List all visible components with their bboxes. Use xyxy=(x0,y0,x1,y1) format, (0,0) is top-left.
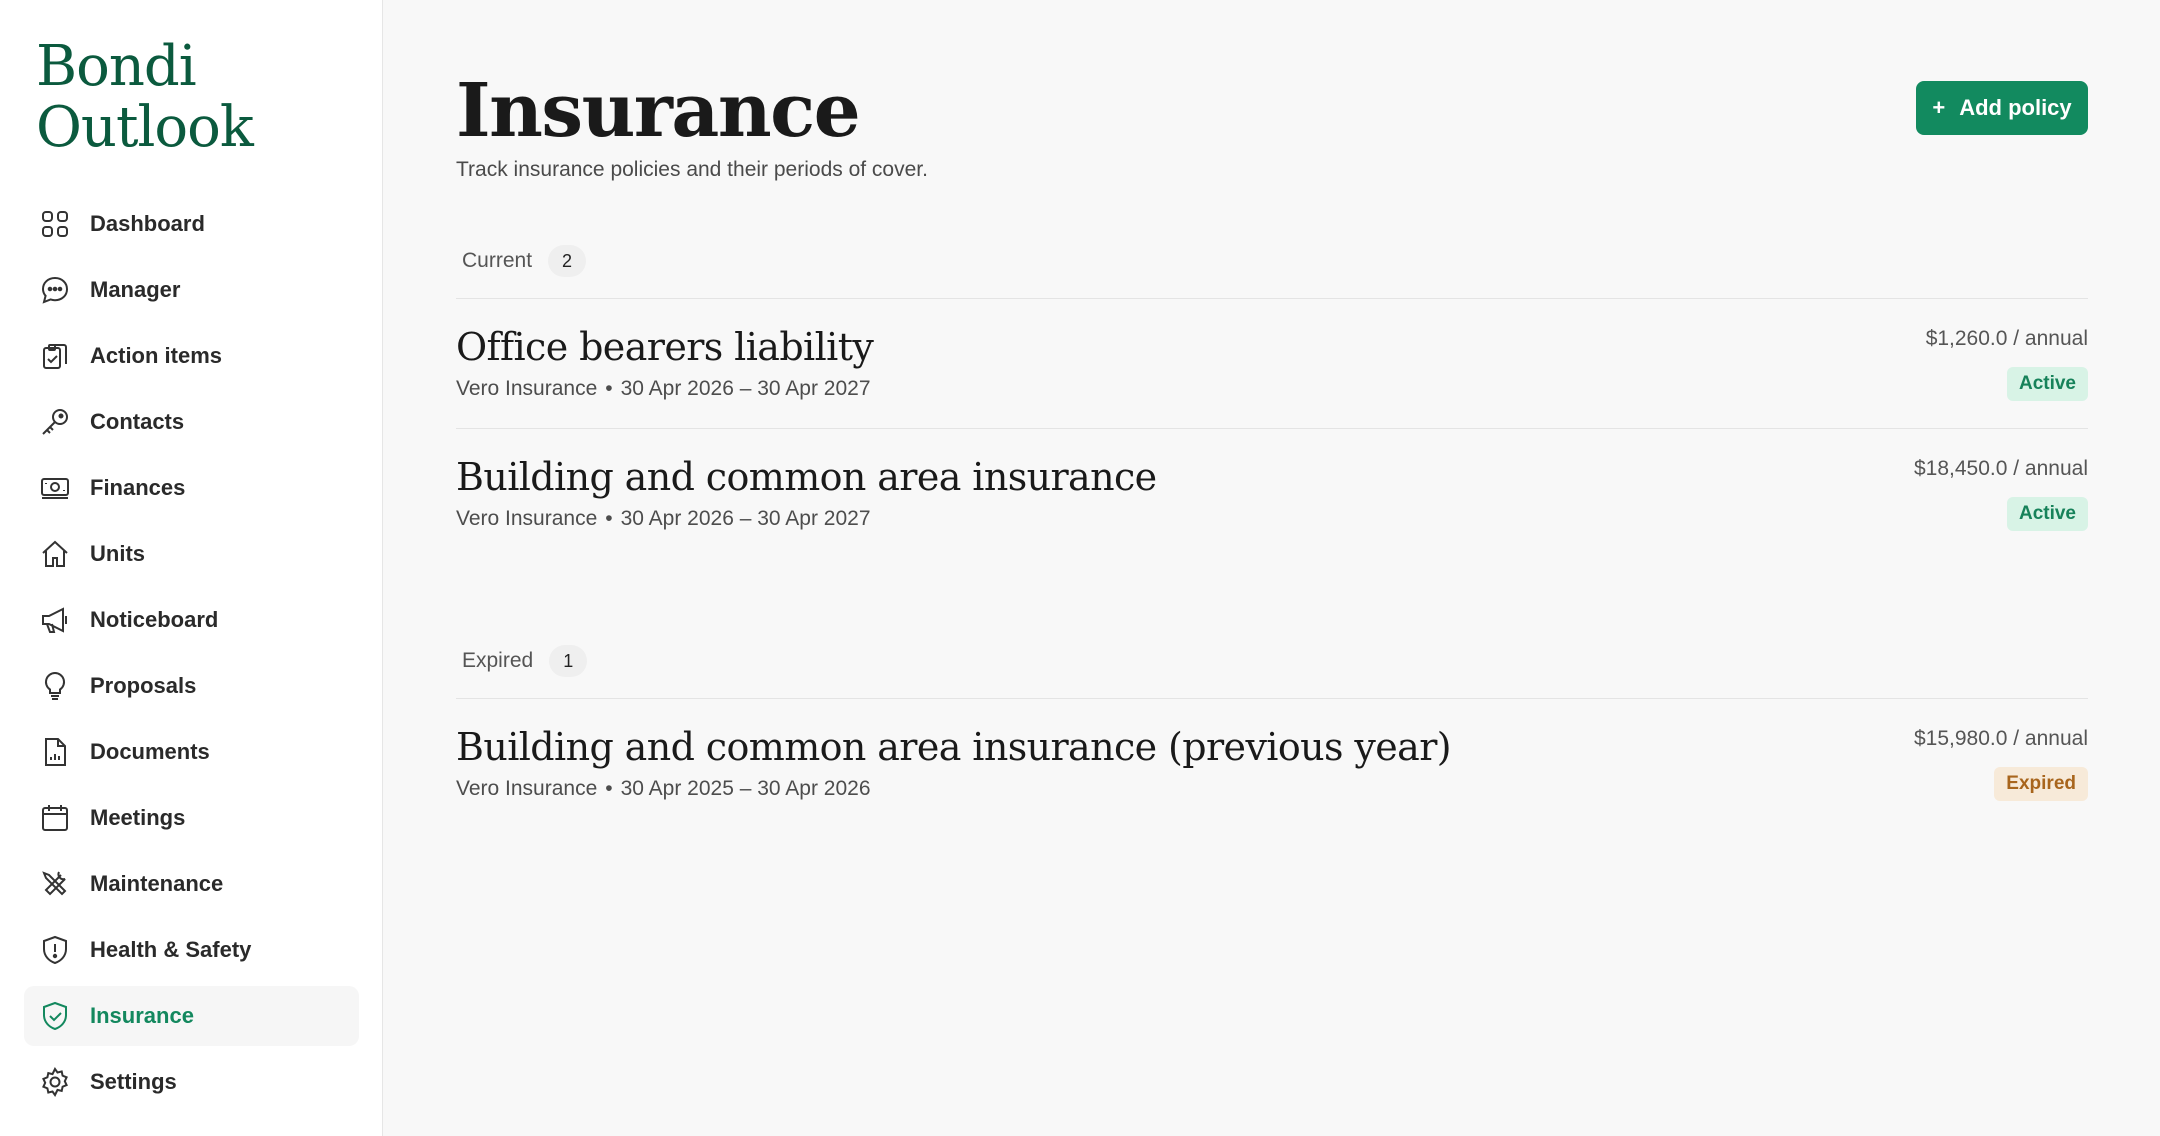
sidebar-item-health-safety[interactable]: Health & Safety xyxy=(24,920,359,980)
main-content: Insurance Track insurance policies and t… xyxy=(383,0,2160,1136)
policy-period: 30 Apr 2026 – 30 Apr 2027 xyxy=(620,507,871,530)
policy-insurer: Vero Insurance xyxy=(456,777,598,800)
banknote-icon xyxy=(38,471,72,505)
policy-row[interactable]: Building and common area insurance (prev… xyxy=(456,699,2088,829)
sidebar-item-maintenance[interactable]: Maintenance xyxy=(24,854,359,914)
sidebar-item-settings[interactable]: Settings xyxy=(24,1052,359,1112)
sidebar-item-contacts[interactable]: Contacts xyxy=(24,392,359,452)
policy-price: $1,260.0 / annual xyxy=(1925,327,2088,350)
clipboard-check-icon xyxy=(38,339,72,373)
grid-icon xyxy=(38,207,72,241)
status-badge: Expired xyxy=(1994,767,2088,801)
add-policy-label: Add policy xyxy=(1959,95,2072,120)
sidebar-item-documents[interactable]: Documents xyxy=(24,722,359,782)
brand-line-2: Outlook xyxy=(36,95,254,160)
sidebar-item-proposals[interactable]: Proposals xyxy=(24,656,359,716)
plus-icon: + xyxy=(1932,95,1946,120)
brand-line-1: Bondi xyxy=(36,34,197,99)
home-icon xyxy=(38,537,72,571)
sidebar-item-manager[interactable]: Manager xyxy=(24,260,359,320)
policy-meta: Vero Insurance • 30 Apr 2026 – 30 Apr 2027 xyxy=(456,377,871,400)
sidebar-item-label: Units xyxy=(90,541,145,566)
calendar-icon xyxy=(38,801,72,835)
sidebar-item-insurance[interactable]: Insurance xyxy=(24,986,359,1046)
policy-row[interactable]: Office bearers liability Vero Insurance •… xyxy=(456,299,2088,429)
sidebar-item-label: Meetings xyxy=(90,805,186,830)
page-subtitle: Track insurance policies and their perio… xyxy=(456,158,928,181)
shield-check-icon xyxy=(38,999,72,1033)
policy-title: Office bearers liability xyxy=(456,325,874,369)
shield-alert-icon xyxy=(38,933,72,967)
policy-period: 30 Apr 2025 – 30 Apr 2026 xyxy=(620,777,871,800)
count-badge: 2 xyxy=(548,245,587,277)
status-badge: Active xyxy=(2006,367,2088,401)
brand-logo[interactable]: Bondi Outlook xyxy=(36,34,254,160)
expired-section: Expired 1 Building and common area insur… xyxy=(456,640,2088,829)
megaphone-icon xyxy=(38,603,72,637)
policy-insurer: Vero Insurance xyxy=(456,377,598,400)
chat-bubble-icon xyxy=(38,273,72,307)
policy-insurer: Vero Insurance xyxy=(456,507,598,530)
sidebar-item-label: Manager xyxy=(90,277,181,302)
sidebar-item-label: Finances xyxy=(90,475,186,500)
sidebar-item-label: Action items xyxy=(90,343,223,368)
policy-meta: Vero Insurance • 30 Apr 2026 – 30 Apr 2027 xyxy=(456,507,871,530)
section-header: Current 2 xyxy=(456,240,2088,282)
sidebar-item-action-items[interactable]: Action items xyxy=(24,326,359,386)
gear-icon xyxy=(38,1065,72,1099)
status-badge: Active xyxy=(2006,497,2088,531)
current-section: Current 2 Office bearers liability Vero … xyxy=(456,240,2088,559)
key-icon xyxy=(38,405,72,439)
sidebar-item-label: Dashboard xyxy=(90,211,205,236)
sidebar-nav: Dashboard Manager Action items Contacts xyxy=(24,194,359,1118)
policy-title: Building and common area insurance (prev… xyxy=(456,725,1452,769)
sidebar: Bondi Outlook Dashboard Manager Action i… xyxy=(0,0,383,1136)
policy-row[interactable]: Building and common area insurance Vero … xyxy=(456,429,2088,559)
policy-meta: Vero Insurance • 30 Apr 2025 – 30 Apr 2026 xyxy=(456,777,871,800)
sidebar-item-label: Proposals xyxy=(90,673,197,698)
sidebar-item-label: Insurance xyxy=(90,1003,194,1028)
policy-title: Building and common area insurance xyxy=(456,455,1157,499)
policy-price: $18,450.0 / annual xyxy=(1914,457,2088,480)
sidebar-item-label: Contacts xyxy=(90,409,185,434)
document-chart-icon xyxy=(38,735,72,769)
sidebar-item-label: Noticeboard xyxy=(90,607,219,632)
tools-icon xyxy=(38,867,72,901)
policy-price: $15,980.0 / annual xyxy=(1914,727,2088,750)
page-title: Insurance xyxy=(456,68,861,154)
section-label: Current xyxy=(462,249,533,272)
count-badge: 1 xyxy=(549,645,588,677)
section-label: Expired xyxy=(462,649,534,672)
sidebar-item-dashboard[interactable]: Dashboard xyxy=(24,194,359,254)
section-header: Expired 1 xyxy=(456,640,2088,682)
lightbulb-icon xyxy=(38,669,72,703)
sidebar-item-label: Settings xyxy=(90,1069,177,1094)
add-policy-button[interactable]: + Add policy xyxy=(1916,81,2088,135)
policy-period: 30 Apr 2026 – 30 Apr 2027 xyxy=(620,377,871,400)
sidebar-item-label: Maintenance xyxy=(90,871,224,896)
sidebar-item-finances[interactable]: Finances xyxy=(24,458,359,518)
sidebar-item-meetings[interactable]: Meetings xyxy=(24,788,359,848)
sidebar-item-label: Health & Safety xyxy=(90,937,252,962)
sidebar-item-noticeboard[interactable]: Noticeboard xyxy=(24,590,359,650)
sidebar-item-units[interactable]: Units xyxy=(24,524,359,584)
sidebar-item-label: Documents xyxy=(90,739,210,764)
